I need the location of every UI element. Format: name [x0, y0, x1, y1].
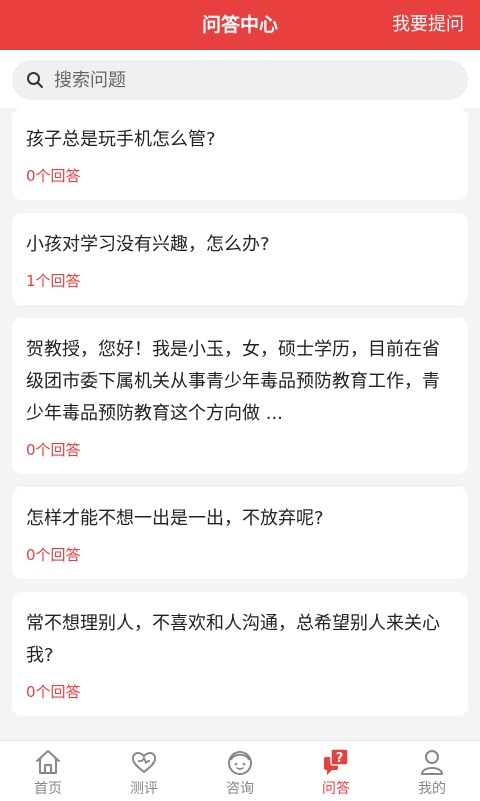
question-card[interactable]: 怎样才能不想一出是一出，不放弃呢? 0个回答 — [12, 487, 468, 579]
question-text: 贺教授，您好！我是小玉，女，硕士学历，目前在省级团市委下属机关从事青少年毒品预防… — [26, 339, 440, 424]
home-icon — [36, 750, 60, 774]
question-list: 孩子总是玩手机怎么管? 0个回答 小孩对学习没有兴趣，怎么办? 1个回答 贺教授… — [0, 108, 480, 729]
svg-text:?: ? — [336, 751, 344, 766]
question-text: 小孩对学习没有兴趣，怎么办? — [26, 234, 270, 255]
question-chat-icon: ? — [324, 748, 349, 775]
tab-label: 首页 — [34, 781, 62, 797]
answer-count: 0个回答 — [26, 546, 81, 564]
search-icon — [27, 72, 43, 88]
search-input[interactable] — [54, 60, 454, 100]
question-text: 怎样才能不想一出是一出，不放弃呢? — [26, 508, 324, 529]
tab-consult[interactable]: 咨询 — [192, 741, 288, 801]
answer-count: 1个回答 — [26, 272, 81, 290]
question-card[interactable]: 小孩对学习没有兴趣，怎么办? 1个回答 — [12, 213, 468, 305]
question-text: 孩子总是玩手机怎么管? — [26, 129, 216, 150]
answer-count: 0个回答 — [26, 167, 81, 185]
ask-question-button[interactable]: 我要提问 — [392, 0, 464, 50]
tab-mine[interactable]: 我的 — [384, 741, 480, 801]
answer-count: 0个回答 — [26, 441, 81, 459]
tab-label: 咨询 — [226, 781, 254, 797]
counselor-icon — [228, 751, 252, 775]
search-bar — [0, 50, 480, 108]
question-text: 常不想理别人，不喜欢和人沟通，总希望别人来关心我? — [26, 613, 440, 666]
bottom-tab-bar: 首页 测评 咨询 ? 问答 我的 — [0, 740, 480, 801]
tab-label: 我的 — [418, 781, 446, 797]
question-card[interactable]: 孩子总是玩手机怎么管? 0个回答 — [12, 108, 468, 200]
tab-assessment[interactable]: 测评 — [96, 741, 192, 801]
tab-home[interactable]: 首页 — [0, 741, 96, 801]
heart-icon — [131, 752, 157, 773]
answer-count: 0个回答 — [26, 683, 81, 701]
user-icon — [421, 750, 443, 775]
tab-label: 测评 — [130, 781, 158, 797]
question-card[interactable]: 贺教授，您好！我是小玉，女，硕士学历，目前在省级团市委下属机关从事青少年毒品预防… — [12, 318, 468, 474]
question-card[interactable]: 常不想理别人，不喜欢和人沟通，总希望别人来关心我? 0个回答 — [12, 592, 468, 716]
tab-qa[interactable]: ? 问答 — [288, 741, 384, 801]
app-header: 问答中心 我要提问 — [0, 0, 480, 50]
tab-label: 问答 — [322, 781, 350, 797]
search-box[interactable] — [12, 60, 468, 100]
